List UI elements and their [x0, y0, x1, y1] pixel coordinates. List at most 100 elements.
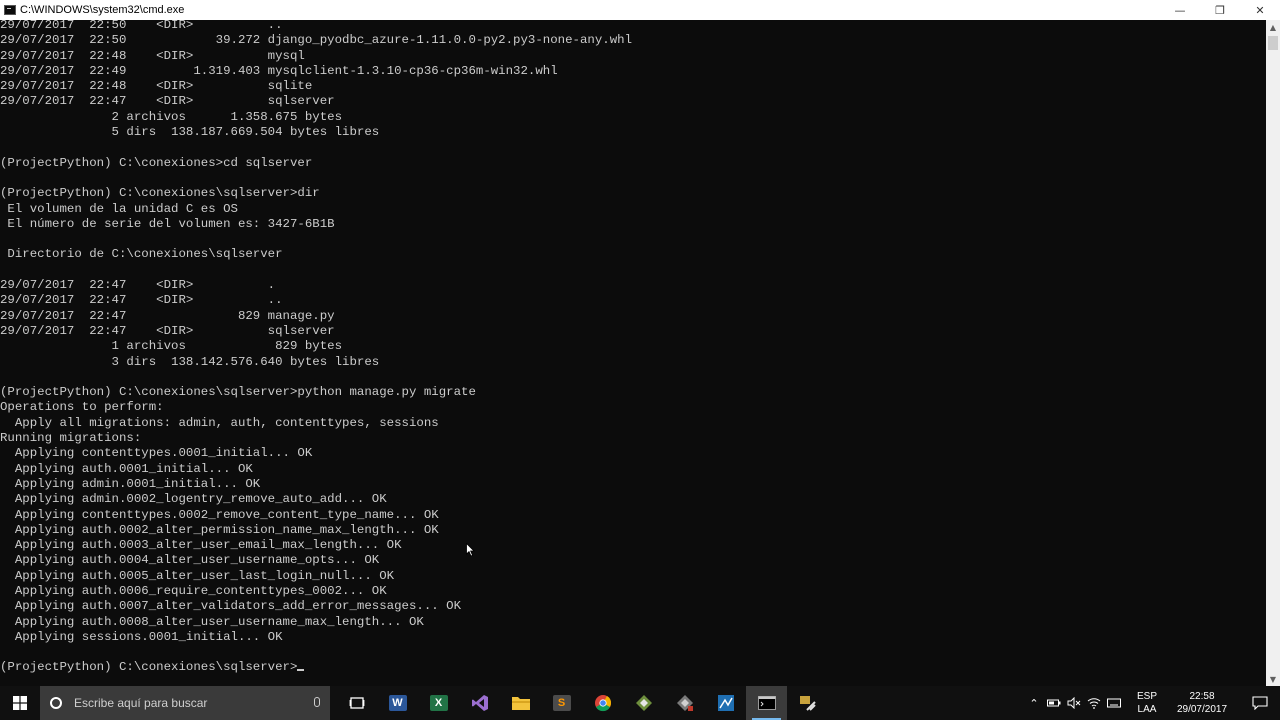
console-line: 29/07/2017 22:47 <DIR> sqlserver — [0, 323, 335, 338]
console-line: Operations to perform: — [0, 400, 164, 415]
taskbar-search-box[interactable]: Escribe aquí para buscar — [40, 686, 330, 720]
console-line: 2 archivos 1.358.675 bytes — [0, 109, 343, 124]
console-line: Applying auth.0001_initial... OK — [0, 461, 253, 476]
console-line: Applying admin.0002_logentry_remove_auto… — [0, 492, 387, 507]
windows-logo-icon — [13, 696, 27, 710]
console-line: Applying auth.0003_alter_user_email_max_… — [0, 538, 402, 553]
console-line: Applying auth.0006_require_contenttypes_… — [0, 583, 387, 598]
console-line: Applying auth.0002_alter_permission_name… — [0, 522, 439, 537]
taskbar-chrome[interactable] — [582, 686, 623, 720]
mouse-pointer-icon — [466, 543, 475, 557]
console-line: 3 dirs 138.142.576.640 bytes libres — [0, 354, 380, 369]
console-line: 29/07/2017 22:47 <DIR> . — [0, 278, 276, 293]
clock-date: 29/07/2017 — [1176, 704, 1228, 715]
console-line: 29/07/2017 22:50 39.272 django_pyodbc_az… — [0, 33, 633, 48]
input-language[interactable]: ESP LAA — [1130, 686, 1164, 720]
battery-icon[interactable] — [1044, 686, 1064, 720]
console-line: 29/07/2017 22:47 <DIR> sqlserver — [0, 94, 335, 109]
vertical-scrollbar[interactable]: ▲ ▼ — [1266, 20, 1280, 686]
console-line: Directorio de C:\conexiones\sqlserver — [0, 247, 283, 262]
cmd-app-icon — [4, 5, 16, 15]
taskbar-app-blue[interactable] — [705, 686, 746, 720]
console-line: 29/07/2017 22:50 <DIR> .. — [0, 20, 283, 32]
clock-time: 22:58 — [1189, 691, 1215, 702]
console-line: Applying auth.0004_alter_user_username_o… — [0, 553, 380, 568]
console-line: Applying auth.0008_alter_user_username_m… — [0, 614, 424, 629]
console-line: Applying admin.0001_initial... OK — [0, 476, 261, 491]
task-view-button[interactable] — [336, 686, 377, 720]
taskbar-word[interactable]: W — [377, 686, 418, 720]
taskbar-app-gray[interactable] — [664, 686, 705, 720]
taskbar: Escribe aquí para buscar W X S ⌃ ESP LAA… — [0, 686, 1280, 720]
console-line: 29/07/2017 22:47 <DIR> .. — [0, 293, 283, 308]
system-tray: ⌃ ESP LAA 22:58 29/07/2017 — [1024, 686, 1280, 720]
console-line: 29/07/2017 22:47 829 manage.py — [0, 308, 335, 323]
search-placeholder: Escribe aquí para buscar — [74, 696, 208, 710]
console-line: 29/07/2017 22:48 <DIR> sqlite — [0, 79, 313, 94]
restore-button[interactable]: ❐ — [1200, 0, 1240, 20]
console-line: Applying auth.0005_alter_user_last_login… — [0, 568, 395, 583]
console-line: Apply all migrations: admin, auth, conte… — [0, 415, 439, 430]
taskbar-clock[interactable]: 22:58 29/07/2017 — [1164, 686, 1240, 720]
notification-icon — [1252, 696, 1268, 710]
task-view-icon — [349, 697, 364, 709]
build-tools-icon — [799, 696, 816, 711]
action-center-button[interactable] — [1240, 686, 1280, 720]
console-line: (ProjectPython) C:\conexiones>cd sqlserv… — [0, 155, 313, 170]
console-line: Applying contenttypes.0002_remove_conten… — [0, 507, 439, 522]
console-line: 29/07/2017 22:49 1.319.403 mysqlclient-1… — [0, 63, 558, 78]
chrome-icon — [594, 695, 611, 712]
language-code: ESP — [1136, 691, 1157, 702]
volume-muted-icon[interactable] — [1064, 686, 1084, 720]
scroll-thumb[interactable] — [1268, 36, 1278, 50]
console-line: 5 dirs 138.187.669.504 bytes libres — [0, 125, 380, 140]
start-button[interactable] — [0, 686, 40, 720]
tool-icon — [676, 695, 693, 711]
cmd-icon — [757, 696, 776, 710]
console-line: (ProjectPython) C:\conexiones\sqlserver>… — [0, 385, 476, 400]
taskbar-excel[interactable]: X — [418, 686, 459, 720]
taskbar-app-green[interactable] — [623, 686, 664, 720]
chevron-up-icon[interactable]: ⌃ — [1024, 686, 1044, 720]
wifi-icon[interactable] — [1084, 686, 1104, 720]
cortana-icon — [50, 697, 62, 709]
window-title-bar[interactable]: C:\WINDOWS\system32\cmd.exe — ❐ ✕ — [0, 0, 1280, 20]
scroll-down-arrow[interactable]: ▼ — [1266, 672, 1280, 686]
console-prompt: (ProjectPython) C:\conexiones\sqlserver> — [0, 660, 298, 675]
sublime-text-icon: S — [552, 695, 571, 711]
folder-icon — [511, 697, 530, 710]
network-tool-icon — [717, 695, 734, 711]
visual-studio-icon — [471, 695, 488, 711]
console-line: (ProjectPython) C:\conexiones\sqlserver>… — [0, 186, 320, 201]
taskbar-visual-studio[interactable] — [459, 686, 500, 720]
console-line: 29/07/2017 22:48 <DIR> mysql — [0, 48, 305, 63]
microphone-icon[interactable] — [314, 697, 320, 707]
close-button[interactable]: ✕ — [1240, 0, 1280, 20]
console-line: 1 archivos 829 bytes — [0, 339, 343, 354]
console-line: Applying auth.0007_alter_validators_add_… — [0, 599, 462, 614]
taskbar-apps: W X S — [336, 686, 828, 720]
excel-icon: X — [429, 695, 448, 711]
keyboard-icon[interactable] — [1104, 686, 1124, 720]
scroll-up-arrow[interactable]: ▲ — [1266, 20, 1280, 34]
minimize-button[interactable]: — — [1160, 0, 1200, 20]
taskbar-app-tools[interactable] — [787, 686, 828, 720]
taskbar-sublime-text[interactable]: S — [541, 686, 582, 720]
text-cursor — [297, 669, 305, 672]
word-icon: W — [388, 695, 407, 711]
console-line: El número de serie del volumen es: 3427-… — [0, 216, 335, 231]
console-line: Applying contenttypes.0001_initial... OK — [0, 446, 313, 461]
console-output[interactable]: 29/07/2017 22:50 <DIR> .. 29/07/2017 22:5… — [0, 20, 1266, 686]
taskbar-cmd[interactable] — [746, 686, 787, 720]
console-line: Applying sessions.0001_initial... OK — [0, 629, 283, 644]
console-prompt-line: (ProjectPython) C:\conexiones\sqlserver> — [0, 660, 1266, 675]
keyboard-layout-code: LAA — [1137, 704, 1157, 715]
console-text: 29/07/2017 22:50 <DIR> .. 29/07/2017 22:5… — [0, 20, 1266, 676]
taskbar-file-explorer[interactable] — [500, 686, 541, 720]
window-controls: — ❐ ✕ — [1160, 0, 1280, 20]
